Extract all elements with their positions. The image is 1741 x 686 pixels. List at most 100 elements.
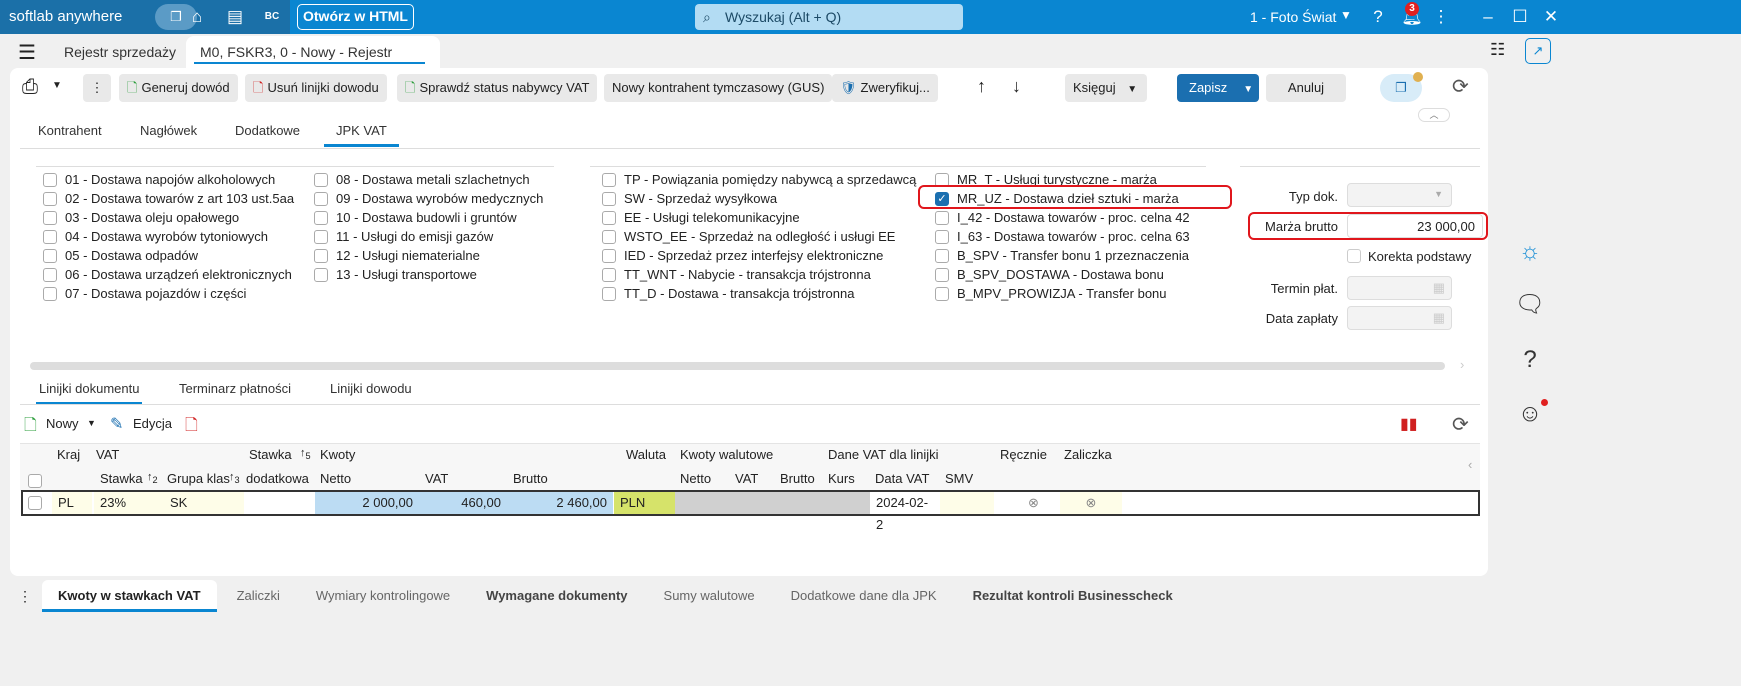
margin-input[interactable]: 23 000,00 (1347, 214, 1483, 238)
check-vat-button[interactable]: 🗋 Sprawdź status nabywcy VAT (397, 74, 598, 102)
doc-type-select[interactable]: ▼ (1347, 183, 1452, 207)
hamburger-menu-icon[interactable]: ☰ (18, 40, 36, 65)
checkbox-item[interactable]: 01 - Dostawa napojów alkoholowych (43, 170, 294, 189)
checkbox[interactable] (602, 172, 616, 187)
checkbox-item[interactable]: 04 - Dostawa wyrobów tytoniowych (43, 227, 294, 246)
open-html-button[interactable]: Otwórz w HTML (297, 4, 414, 30)
checkbox[interactable] (43, 172, 57, 187)
cell-data-vat[interactable]: 2024-02-2 (870, 492, 940, 532)
bottom-tab[interactable]: Sumy walutowe (648, 580, 771, 612)
delete-line-icon[interactable]: 🗋 (185, 414, 198, 441)
col-data-vat[interactable]: Data VAT (875, 471, 929, 486)
cell-smv[interactable] (940, 492, 994, 514)
doc-tab-register[interactable]: Rejestr sprzedaży (50, 36, 190, 68)
checkbox[interactable] (43, 210, 57, 225)
payment-date-input[interactable]: ▦ (1347, 306, 1452, 330)
arrow-up-icon[interactable]: ↑ (977, 76, 986, 97)
bottom-tab[interactable]: Dodatkowe dane dla JPK (775, 580, 953, 612)
col-smv[interactable]: SMV (945, 471, 973, 486)
checkbox-item[interactable]: 08 - Dostawa metali szlachetnych (314, 170, 543, 189)
search-input[interactable]: ⌕ Wyszukaj (Alt + Q) (695, 4, 963, 30)
bottom-tab[interactable]: Rezultat kontroli Businesscheck (957, 580, 1189, 612)
cell-netto[interactable]: 2 000,00 (315, 492, 419, 514)
col-brutto[interactable]: Brutto (513, 471, 548, 486)
collapse-button[interactable]: ︿ (1418, 108, 1450, 122)
save-button[interactable]: Zapisz ▼ (1177, 74, 1259, 102)
due-date-input[interactable]: ▦ (1347, 276, 1452, 300)
more-icon[interactable]: ⋮ (18, 588, 32, 605)
checkbox[interactable] (314, 267, 328, 282)
checkbox-item[interactable]: IED - Sprzedaż przez interfejsy elektron… (602, 246, 916, 265)
checkbox-item[interactable]: 13 - Usługi transportowe (314, 265, 543, 284)
lightbulb-icon[interactable]: ☼ (1510, 238, 1550, 278)
print-icon[interactable]: ⎙ (22, 76, 38, 99)
checkbox[interactable] (314, 229, 328, 244)
post-button[interactable]: Księguj ▼ (1065, 74, 1147, 102)
checkbox-item[interactable]: EE - Usługi telekomunikacyjne (602, 208, 916, 227)
checkbox-item[interactable]: B_MPV_PROWIZJA - Transfer bonu (935, 284, 1190, 303)
scroll-right-icon[interactable]: › (1460, 357, 1464, 372)
chart-icon[interactable]: ▮▮ (1400, 414, 1418, 434)
more-icon[interactable]: ⋮ (1427, 3, 1455, 31)
col-grupa[interactable]: Grupa klas (167, 471, 230, 486)
checkbox-item[interactable]: 03 - Dostawa oleju opałowego (43, 208, 294, 227)
chevron-down-icon[interactable]: ▼ (87, 418, 96, 428)
new-contractor-button[interactable]: Nowy kontrahent tymczasowy (GUS) (604, 74, 833, 102)
col-w-brutto[interactable]: Brutto (780, 471, 815, 486)
edit-button[interactable]: Edycja (133, 416, 172, 431)
checkbox[interactable] (602, 210, 616, 225)
cell-kraj[interactable]: PL (52, 492, 92, 514)
col-stawka-dod[interactable]: Stawka (249, 447, 292, 462)
cell-grupa[interactable]: SK (164, 492, 244, 514)
checkbox-item[interactable]: B_SPV_DOSTAWA - Dostawa bonu (935, 265, 1190, 284)
edit-icon[interactable]: ✎ (110, 414, 123, 434)
remove-lines-button[interactable]: 🗋 Usuń linijki dowodu (245, 74, 387, 102)
checkbox-item[interactable]: 09 - Dostawa wyrobów medycznych (314, 189, 543, 208)
cell-waluta[interactable]: PLN (614, 492, 675, 514)
cancel-button[interactable]: Anuluj (1266, 74, 1346, 102)
checkbox-item[interactable]: 06 - Dostawa urządzeń elektronicznych (43, 265, 294, 284)
new-line-button[interactable]: Nowy (46, 416, 79, 431)
col-netto[interactable]: Netto (320, 471, 351, 486)
help-icon[interactable]: ? (1364, 3, 1392, 31)
row-checkbox[interactable] (28, 496, 42, 510)
checkbox-item[interactable]: TT_WNT - Nabycie - transakcja trójstronn… (602, 265, 916, 284)
more-actions-button[interactable]: ⋮ (83, 74, 111, 102)
checkbox[interactable] (43, 286, 57, 301)
minimize-icon[interactable]: – (1474, 3, 1502, 31)
checkbox[interactable] (314, 248, 328, 263)
checkbox-item[interactable]: 10 - Dostawa budowli i gruntów (314, 208, 543, 227)
col-kurs[interactable]: Kurs (828, 471, 855, 486)
checkbox[interactable] (935, 210, 949, 225)
refresh-icon[interactable]: ⟳ (1452, 412, 1469, 437)
select-all-checkbox[interactable] (28, 474, 42, 488)
list-icon[interactable]: ☷ (1490, 40, 1505, 60)
checkbox[interactable] (314, 191, 328, 206)
arrow-down-icon[interactable]: ↓ (1012, 76, 1021, 97)
col-w-vat[interactable]: VAT (735, 471, 758, 486)
tab-dodatkowe[interactable]: Dodatkowe (235, 123, 300, 147)
checkbox[interactable] (935, 267, 949, 282)
checkbox[interactable] (602, 248, 616, 263)
home-icon[interactable]: ⌂ (183, 3, 211, 31)
checkbox[interactable] (935, 248, 949, 263)
news-icon[interactable]: ▤ (221, 3, 249, 31)
cell-vat[interactable]: 460,00 (419, 492, 507, 514)
col-waluta[interactable]: Waluta (626, 447, 666, 462)
tab-naglowek[interactable]: Nagłówek (140, 123, 197, 147)
generate-button[interactable]: 🗋 Generuj dowód (119, 74, 238, 102)
bottom-tab[interactable]: Zaliczki (221, 580, 296, 612)
manual-clear-icon[interactable]: ⊗ (1022, 492, 1045, 514)
checkbox-item[interactable]: 07 - Dostawa pojazdów i części (43, 284, 294, 303)
checkbox-item[interactable]: 11 - Usługi do emisji gazów (314, 227, 543, 246)
col-zaliczka[interactable]: Zaliczka (1064, 447, 1112, 462)
doc-tab-active[interactable]: M0, FSKR3, 0 - Nowy - Rejestr sprzed (186, 36, 440, 92)
checkbox[interactable] (935, 229, 949, 244)
checkbox-item[interactable]: 02 - Dostawa towarów z art 103 ust.5aa (43, 189, 294, 208)
share-icon[interactable]: ↗ (1525, 38, 1551, 64)
chevron-down-icon[interactable]: ▼ (52, 80, 62, 91)
checkbox[interactable] (602, 267, 616, 282)
new-line-icon[interactable]: 🗋 (24, 414, 37, 441)
verify-button[interactable]: 🛡︎ Zweryfikuj... (832, 74, 938, 102)
bottom-tab[interactable]: Wymiary kontrolingowe (300, 580, 466, 612)
